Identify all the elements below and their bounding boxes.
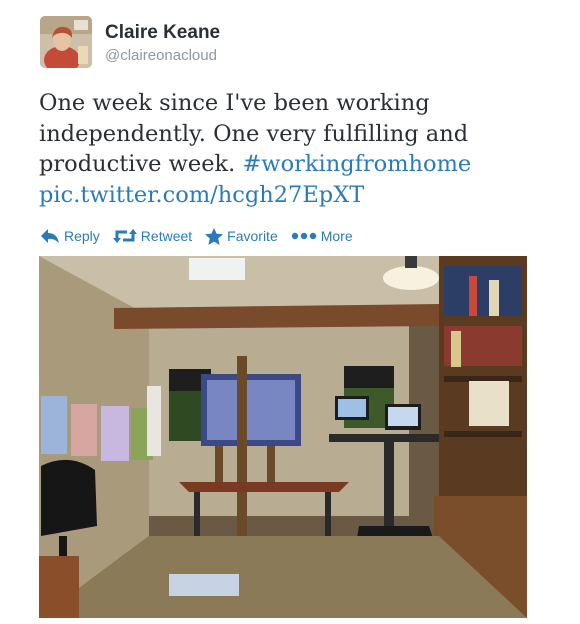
reply-button[interactable]: Reply xyxy=(40,228,100,244)
tweet-text: One week since I've been working indepen… xyxy=(39,88,559,210)
reply-label: Reply xyxy=(64,228,100,244)
avatar-image xyxy=(40,16,92,68)
more-dots-icon xyxy=(291,232,316,240)
favorite-button[interactable]: Favorite xyxy=(205,227,278,245)
retweet-button[interactable]: Retweet xyxy=(112,228,193,244)
user-handle[interactable]: @claireonacloud xyxy=(105,47,217,64)
star-icon xyxy=(205,227,224,245)
pic-link[interactable]: pic.twitter.com/hcgh27EpXT xyxy=(39,182,364,208)
avatar[interactable] xyxy=(40,16,92,68)
retweet-label: Retweet xyxy=(140,228,193,244)
retweet-icon xyxy=(112,229,137,243)
reply-arrow-icon xyxy=(41,229,59,243)
favorite-label: Favorite xyxy=(227,228,278,244)
tweet-card: Claire Keane @claireonacloud One week si… xyxy=(0,0,580,624)
tweet-actions: Reply Retweet Favorite More xyxy=(40,224,366,248)
hashtag-link[interactable]: #workingfromhome xyxy=(242,151,471,177)
tweet-photo[interactable] xyxy=(39,256,527,618)
more-button[interactable]: More xyxy=(291,228,353,244)
user-display-name[interactable]: Claire Keane xyxy=(105,22,220,44)
more-label: More xyxy=(320,228,353,244)
studio-photo-illustration xyxy=(39,256,527,618)
